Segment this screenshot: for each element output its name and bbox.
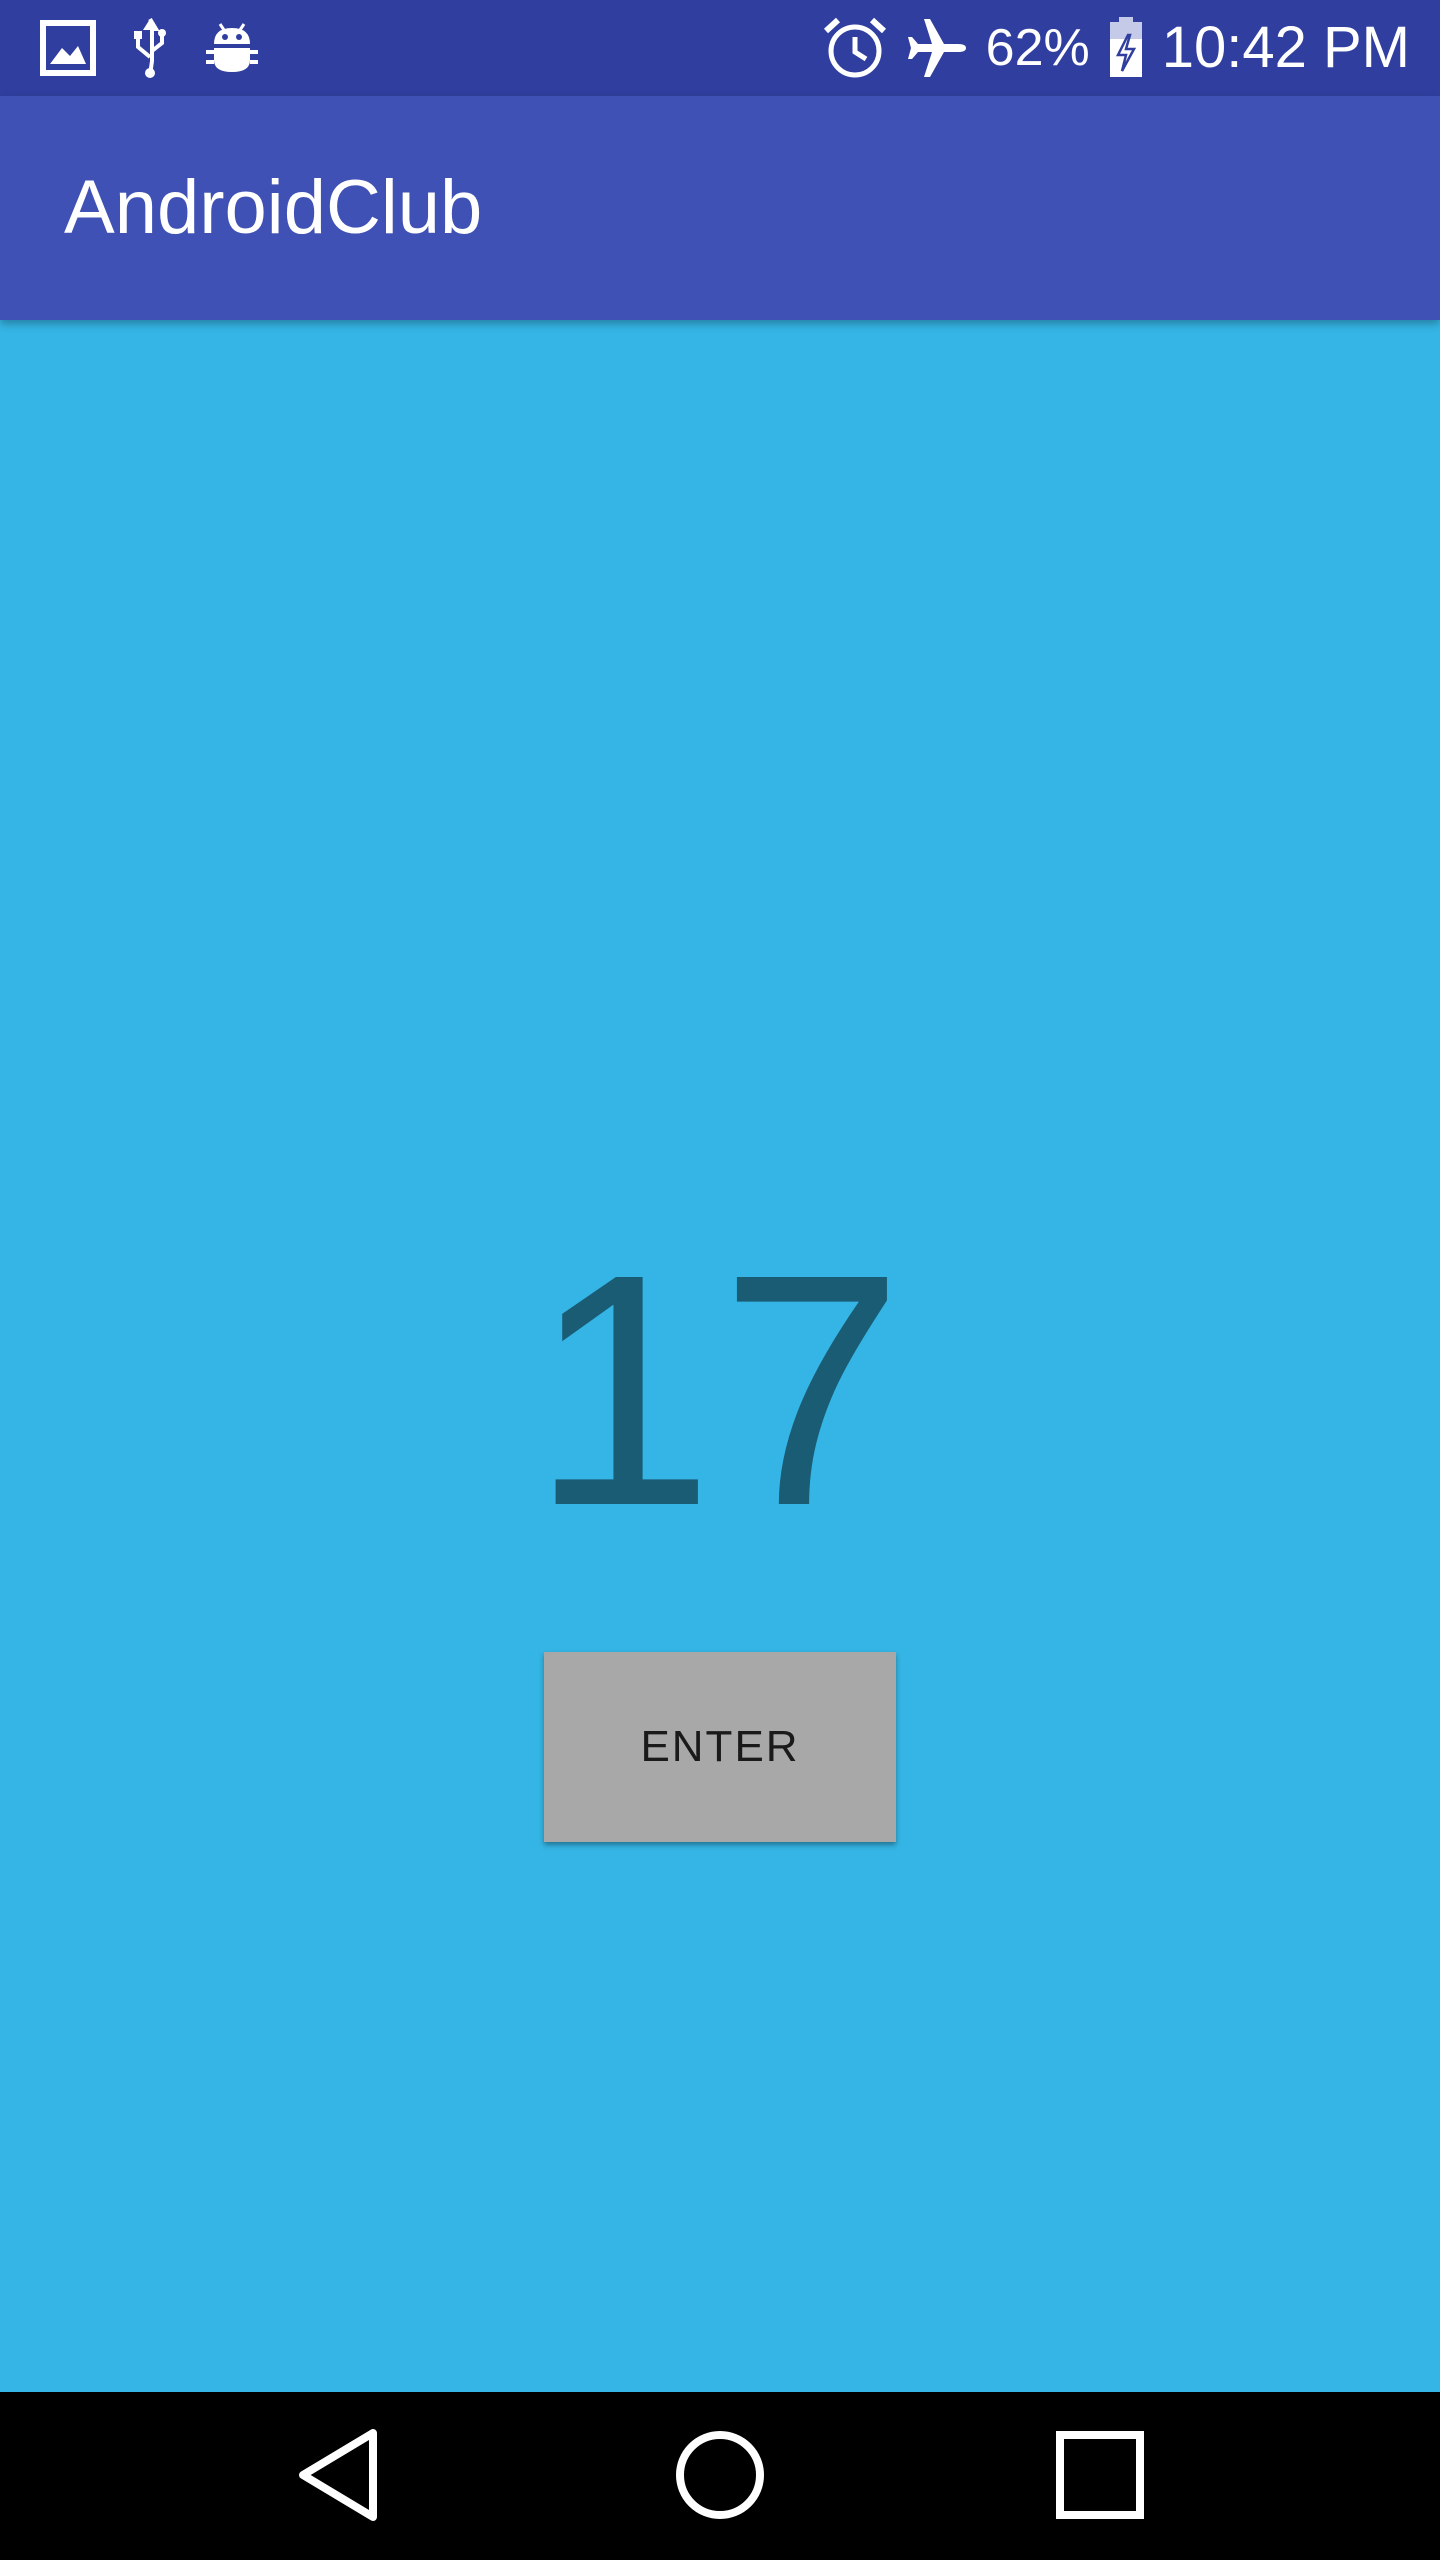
battery-percent: 62%: [985, 19, 1090, 77]
battery-charging-icon: [1108, 17, 1144, 79]
status-notifications: [40, 0, 260, 96]
airplane-mode-icon: [906, 17, 968, 79]
counter-display: 17: [530, 1205, 910, 1574]
clock: 10:42 PM: [1161, 15, 1410, 80]
home-icon: [674, 2429, 766, 2524]
main-content: 17 ENTER: [0, 320, 1440, 2392]
status-bar: 62% 10:42 PM: [0, 0, 1440, 96]
android-debug-icon: [204, 20, 260, 76]
back-icon: [295, 2427, 385, 2526]
home-button[interactable]: [620, 2392, 820, 2560]
image-icon: [40, 20, 96, 76]
app-title: AndroidClub: [64, 165, 483, 250]
status-system: 62% 10:42 PM: [822, 0, 1410, 96]
app-bar: AndroidClub: [0, 96, 1440, 320]
enter-button[interactable]: ENTER: [544, 1652, 896, 1842]
navigation-bar: [0, 2392, 1440, 2560]
app-screen: 62% 10:42 PM AndroidClub 17 ENTER: [0, 0, 1440, 2560]
recents-icon: [1055, 2430, 1145, 2523]
back-button[interactable]: [240, 2392, 440, 2560]
recents-button[interactable]: [1000, 2392, 1200, 2560]
usb-icon: [130, 17, 170, 79]
alarm-icon: [822, 15, 888, 81]
